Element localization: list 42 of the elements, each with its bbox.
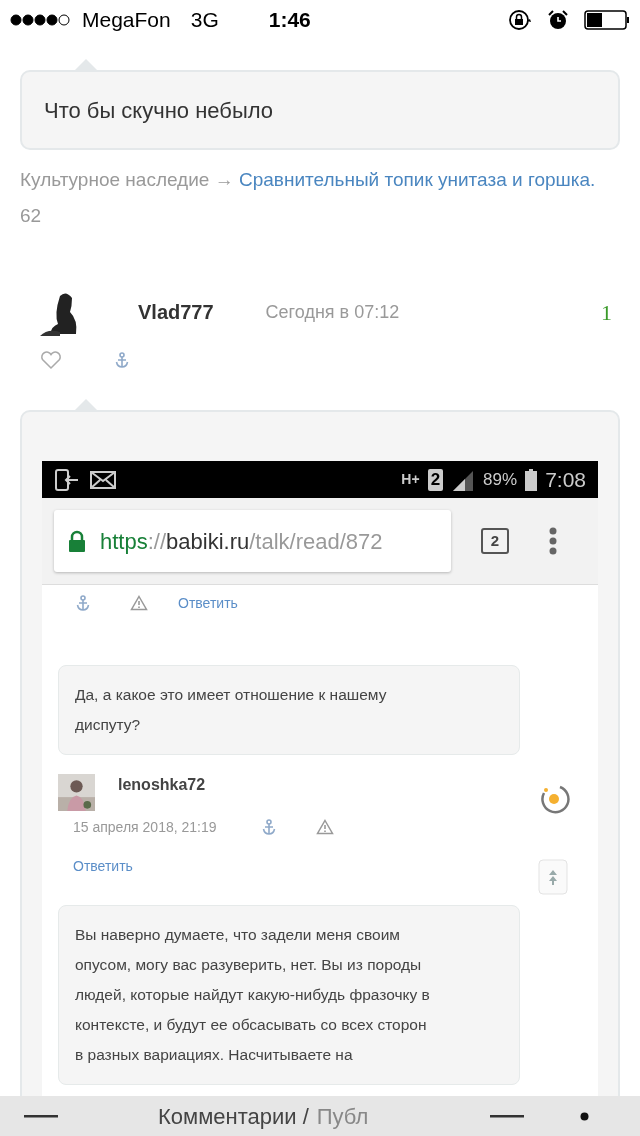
- phone-icon: [54, 467, 80, 492]
- mail-icon: [90, 469, 116, 490]
- author-name[interactable]: lenoshka72: [118, 773, 206, 797]
- clock: 1:46: [268, 7, 311, 34]
- battery-percent: 89%: [483, 468, 518, 491]
- menu-icon[interactable]: [24, 1114, 58, 1118]
- topic-link[interactable]: Сравнительный топик унитаза и горшка.: [238, 169, 596, 190]
- anchor-icon[interactable]: [76, 595, 90, 611]
- bottom-title: Комментарии /: [158, 1102, 309, 1131]
- dot-icon[interactable]: [580, 1111, 589, 1121]
- carrier-name: MegaFon: [82, 7, 171, 34]
- comment-date: 15 апреля 2018, 21:19: [73, 817, 217, 837]
- comment-date: Сегодня в 07:12: [265, 300, 400, 324]
- comment-text: Вы наверно думаете, что задели меня своим опусом, могу вас разуверить, нет. Вы из породы людей, которые найдут какую-нибудь фразочку в контексте, и будут ее обсасывать со всех сторон в разных вариациях. Насчитываете на: [75, 926, 430, 1063]
- arrow-text: →: [214, 169, 234, 190]
- bottom-title-cut: Публ: [316, 1102, 369, 1131]
- lock-icon: [68, 530, 86, 552]
- warning-icon[interactable]: [315, 819, 334, 835]
- scroll-top-button[interactable]: [538, 859, 568, 895]
- loading-icon: [538, 783, 570, 815]
- anchor-icon[interactable]: [115, 352, 129, 368]
- network-type: 3G: [190, 7, 219, 34]
- tab-switcher[interactable]: 2: [481, 528, 509, 554]
- rating: 1: [601, 298, 612, 327]
- post-text: Что бы скучно небыло: [44, 96, 274, 125]
- url-text: https://babiki.ru/talk/read/872: [100, 527, 383, 556]
- heart-icon[interactable]: [40, 350, 62, 370]
- anchor-icon[interactable]: [261, 819, 276, 835]
- rotation-lock-icon: [508, 9, 532, 31]
- battery-icon: [525, 468, 538, 491]
- address-bar[interactable]: https://babiki.ru/talk/read/872: [54, 510, 451, 572]
- minimize-icon[interactable]: [490, 1114, 524, 1118]
- more-icon[interactable]: [549, 527, 557, 555]
- alarm-icon: [548, 10, 568, 30]
- comment-count: 62: [20, 205, 42, 226]
- sim-indicator: 2: [427, 468, 444, 491]
- comment-text: Да, а какое это имеет отношение к нашему диспуту?: [75, 686, 387, 733]
- warning-icon[interactable]: [130, 595, 148, 611]
- clock: 7:08: [545, 466, 586, 493]
- network-type: H+: [401, 470, 420, 489]
- battery-icon: [584, 10, 630, 30]
- author-name[interactable]: Vlad777: [138, 297, 214, 327]
